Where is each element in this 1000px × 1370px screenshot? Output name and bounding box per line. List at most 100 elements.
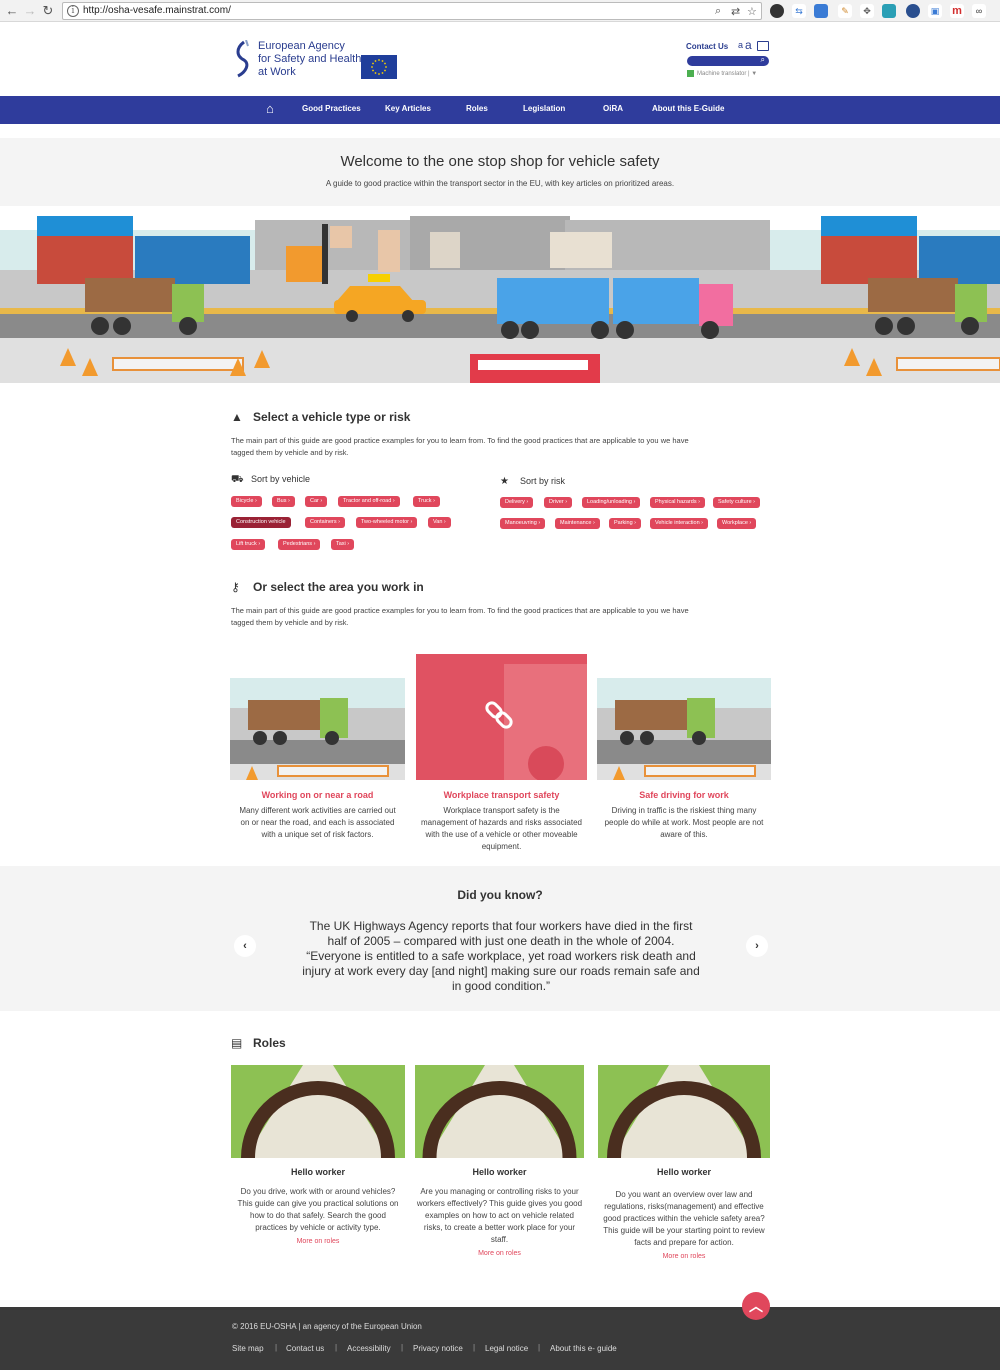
id-card-icon: ▤ xyxy=(231,1036,243,1050)
search-input[interactable] xyxy=(691,58,751,64)
footer-separator: | xyxy=(538,1343,541,1352)
card-image-road[interactable] xyxy=(230,654,405,780)
tag-tractor-and-off-road[interactable]: Tractor and off-road › xyxy=(338,496,400,507)
sort-by-risk-heading: ★ Sort by risk xyxy=(500,476,566,487)
footer-link-accessibility[interactable]: Accessibility xyxy=(347,1344,391,1353)
extension-icon[interactable] xyxy=(770,4,784,18)
footer-link-legal-notice[interactable]: Legal notice xyxy=(485,1344,528,1353)
tag-loading-unloading[interactable]: Loading/unloading › xyxy=(582,497,641,508)
forward-icon[interactable]: → xyxy=(22,3,38,19)
tag-truck[interactable]: Truck › xyxy=(413,496,440,507)
text-size-large[interactable]: a xyxy=(745,38,752,52)
extension-icon[interactable] xyxy=(814,4,828,18)
more-on-roles-link-1[interactable]: More on roles xyxy=(231,1238,405,1245)
extension-icon[interactable]: ✥ xyxy=(860,4,874,18)
extension-icon[interactable]: ▣ xyxy=(928,4,942,18)
reload-icon[interactable]: ↻ xyxy=(40,3,56,19)
print-icon[interactable] xyxy=(757,41,769,51)
tag-physical-hazards[interactable]: Physical hazards › xyxy=(650,497,705,508)
tag-vehicle-interaction[interactable]: Vehicle interaction › xyxy=(650,518,709,529)
footer-separator: | xyxy=(335,1343,338,1352)
extension-icon[interactable]: ✎ xyxy=(838,4,852,18)
footer-link-contact-us[interactable]: Contact us xyxy=(286,1344,324,1353)
footer-separator: | xyxy=(473,1343,476,1352)
select-vehicle-intro: The main part of this guide are good pra… xyxy=(231,436,689,457)
url-text[interactable]: http://osha-vesafe.mainstrat.com/ xyxy=(83,5,231,16)
card-title-driving[interactable]: Safe driving for work xyxy=(597,790,771,800)
did-you-know-title: Did you know? xyxy=(457,888,543,902)
browser-toolbar: ← → ↻ i http://osha-vesafe.mainstrat.com… xyxy=(0,0,1000,22)
tag-delivery[interactable]: Delivery › xyxy=(500,497,534,508)
home-icon[interactable]: ⌂ xyxy=(266,102,274,116)
tag-bicycle[interactable]: Bicycle › xyxy=(231,496,262,507)
role-image-2[interactable] xyxy=(415,1065,584,1158)
machine-translator[interactable]: Machine translator | ▼ xyxy=(687,70,757,77)
extension-icon[interactable]: ∞ xyxy=(972,4,986,18)
eu-osha-logo[interactable]: European Agency for Safety and Health at… xyxy=(230,40,400,82)
tag-taxi[interactable]: Taxi › xyxy=(331,539,355,550)
role-text-1: Do you drive, work with or around vehicl… xyxy=(237,1187,399,1232)
tag-bus[interactable]: Bus › xyxy=(272,496,295,507)
tag-maintenance[interactable]: Maintenance › xyxy=(555,518,600,529)
more-on-roles-link-3[interactable]: More on roles xyxy=(598,1253,770,1260)
more-on-roles-link-2[interactable]: More on roles xyxy=(415,1250,584,1257)
contact-us-link[interactable]: Contact Us xyxy=(686,42,728,51)
role-image-3[interactable] xyxy=(598,1065,770,1158)
tag-safety-culture[interactable]: Safety culture › xyxy=(713,497,761,508)
card-text-workplace: Workplace transport safety is the manage… xyxy=(421,806,582,851)
roles-heading: ▤ Roles xyxy=(231,1036,286,1050)
car-icon: ⛟ xyxy=(231,474,244,485)
tag-manoeuvring[interactable]: Manoeuvring › xyxy=(500,518,546,529)
role-title-3[interactable]: Hello worker xyxy=(598,1167,770,1177)
extension-icon[interactable]: ⇆ xyxy=(792,4,806,18)
bookmark-star-icon[interactable]: ☆ xyxy=(747,5,757,18)
search-icon[interactable]: ⌕ xyxy=(761,55,765,65)
nav-roles[interactable]: Roles xyxy=(466,104,488,113)
sort-by-vehicle-heading: ⛟ Sort by vehicle xyxy=(231,474,311,485)
role-title-1[interactable]: Hello worker xyxy=(231,1167,405,1177)
eu-flag xyxy=(361,55,397,79)
search-box: ⌕ xyxy=(687,55,769,66)
tag-driver[interactable]: Driver › xyxy=(544,497,573,508)
nav-legislation[interactable]: Legislation xyxy=(523,104,565,113)
extension-icon[interactable]: m xyxy=(950,4,964,18)
card-title-workplace[interactable]: Workplace transport safety xyxy=(416,790,587,800)
tag-car[interactable]: Car › xyxy=(305,496,328,507)
nav-good-practices[interactable]: Good Practices xyxy=(302,104,361,113)
role-title-2[interactable]: Hello worker xyxy=(415,1167,584,1177)
tag-containers[interactable]: Containers › xyxy=(305,517,345,528)
welcome-title: Welcome to the one stop shop for vehicle… xyxy=(340,153,660,170)
extension-icon[interactable] xyxy=(906,4,920,18)
card-text-road: Many different work activities are carri… xyxy=(239,806,396,839)
card-image-workplace[interactable] xyxy=(416,654,587,780)
copyright-text: © 2016 EU-OSHA | an agency of the Europe… xyxy=(232,1322,422,1331)
translate-icon[interactable]: ⇄ xyxy=(731,5,740,18)
tag-construction-vehicle[interactable]: Construction vehicle xyxy=(231,517,291,528)
tag-parking[interactable]: Parking › xyxy=(609,518,642,529)
carousel-next-button[interactable]: › xyxy=(746,935,768,957)
back-to-top-button[interactable]: ︿ xyxy=(742,1292,770,1320)
footer-link-site-map[interactable]: Site map xyxy=(232,1344,264,1353)
carousel-prev-button[interactable]: ‹ xyxy=(234,935,256,957)
did-you-know-section: Did you know? ‹ The UK Highways Agency r… xyxy=(0,866,1000,1011)
site-info-icon[interactable]: i xyxy=(67,5,79,17)
footer-link-about-e-guide[interactable]: About this e- guide xyxy=(550,1344,617,1353)
text-size-small[interactable]: a xyxy=(738,40,743,50)
extension-icon[interactable] xyxy=(882,4,896,18)
zoom-icon[interactable]: ⌕ xyxy=(715,5,721,18)
footer-link-privacy-notice[interactable]: Privacy notice xyxy=(413,1344,463,1353)
star-icon: ★ xyxy=(500,476,509,487)
tag-lift-truck[interactable]: Lift truck › xyxy=(231,539,266,550)
tag-pedestrians[interactable]: Pedestrians › xyxy=(278,539,321,550)
tag-van[interactable]: Van › xyxy=(428,517,451,528)
role-image-1[interactable] xyxy=(231,1065,405,1158)
tag-workplace[interactable]: Workplace › xyxy=(717,518,757,529)
nav-about[interactable]: About this E-Guide xyxy=(652,104,724,113)
nav-oira[interactable]: OiRA xyxy=(603,104,623,113)
card-title-road[interactable]: Working on or near a road xyxy=(230,790,405,800)
card-image-driving[interactable] xyxy=(597,654,771,780)
address-bar[interactable]: i http://osha-vesafe.mainstrat.com/ ⌕ ⇄ … xyxy=(62,2,762,20)
nav-key-articles[interactable]: Key Articles xyxy=(385,104,431,113)
tag-two-wheeled-motor[interactable]: Two-wheeled motor › xyxy=(356,517,418,528)
back-icon[interactable]: ← xyxy=(4,3,20,19)
